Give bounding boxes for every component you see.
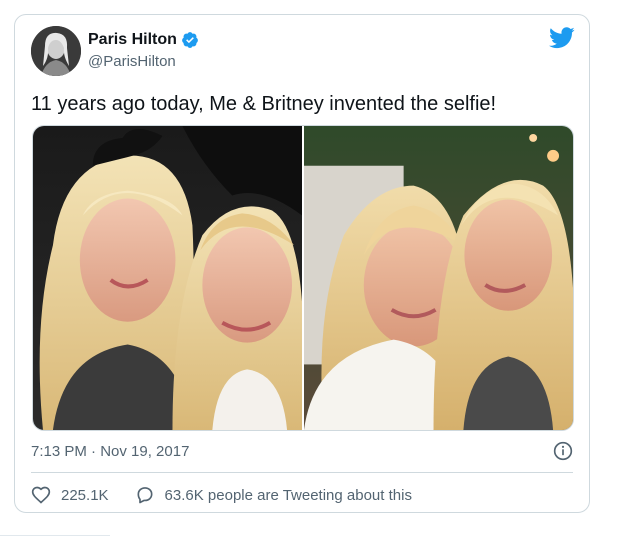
twitter-bird-icon[interactable] <box>549 27 575 49</box>
heart-icon <box>31 486 51 504</box>
avatar[interactable] <box>31 26 81 76</box>
bottom-divider <box>0 535 110 536</box>
tweet-text: 11 years ago today, Me & Britney invente… <box>31 93 497 115</box>
tweeting-about-text: 63.6K people are Tweeting about this <box>164 486 412 504</box>
tweet-card[interactable]: Paris Hilton @ParisHilton 11 years ago t… <box>14 14 590 513</box>
divider <box>31 472 573 473</box>
like-button[interactable]: 225.1K <box>31 485 109 505</box>
info-icon[interactable] <box>553 441 573 461</box>
like-count: 225.1K <box>61 486 109 504</box>
display-name[interactable]: Paris Hilton <box>88 31 177 49</box>
selfie-photo-left[interactable] <box>33 126 302 430</box>
tweet-actions: 225.1K 63.6K people are Tweeting about t… <box>31 485 438 505</box>
profile-photo-icon <box>31 26 81 76</box>
user-handle[interactable]: @ParisHilton <box>88 53 176 70</box>
reply-bubble-icon <box>137 487 153 504</box>
photo-right-image <box>304 126 573 430</box>
verified-badge-icon <box>182 32 198 48</box>
name-row: Paris Hilton <box>88 31 199 49</box>
photo-left-image <box>33 126 302 430</box>
page: Paris Hilton @ParisHilton 11 years ago t… <box>0 0 634 542</box>
tweet-meta: 7:13 PM · Nov 19, 2017 <box>31 441 573 461</box>
tweet-media[interactable] <box>32 125 574 431</box>
tweet-timestamp[interactable]: 7:13 PM · Nov 19, 2017 <box>31 443 189 460</box>
reply-button[interactable]: 63.6K people are Tweeting about this <box>135 485 412 505</box>
selfie-photo-right[interactable] <box>304 126 573 430</box>
